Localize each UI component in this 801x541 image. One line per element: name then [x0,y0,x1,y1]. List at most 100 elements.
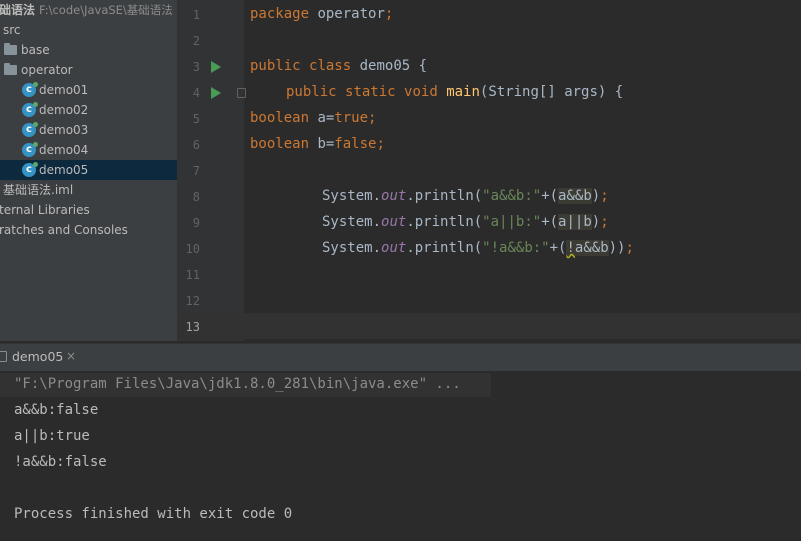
run-tab-label: demo05 [12,349,64,364]
code-editor[interactable] [244,0,801,341]
concat: +( [549,240,567,256]
println-call: .println( [406,214,483,230]
line-number: 4 [192,86,200,100]
out-field: out [381,188,407,204]
tree-item-label: 基础语法.iml [3,183,74,197]
tree-item-external-libraries[interactable]: ternal Libraries [0,200,177,220]
code-line-9: System.out.println("a||b:"+(a||b); [322,214,609,230]
java-class-icon: c [22,82,38,97]
console-output-line: a&&b:false [14,402,99,418]
tree-item-src[interactable]: src [0,20,177,40]
tree-item-label: ternal Libraries [0,203,90,217]
code-line-4: public static void main(String[] args) { [286,84,623,100]
tree-item-demo03[interactable]: c demo03 [0,120,177,140]
line-number-current: 13 [185,320,200,334]
tree-item-label: ratches and Consoles [0,223,128,237]
tree-item-scratches[interactable]: ratches and Consoles [0,220,177,240]
tree-item-iml[interactable]: 基础语法.iml [0,180,177,200]
console-exit-message: Process finished with exit code 0 [14,506,293,522]
type-keyword: boolean [250,110,310,126]
code-line-1: package operator; [250,6,393,22]
keyword: static [345,84,396,100]
semicolon: ; [376,136,385,152]
concat: +( [541,188,559,204]
code-line-10: System.out.println("!a&&b:"+(!a&&b)); [322,240,634,256]
line-number: 9 [192,216,200,230]
tree-item-label: demo04 [39,143,89,157]
println-call: .println( [406,188,483,204]
declaration: a= [309,110,335,126]
system-ref: System. [322,240,382,256]
line-number: 1 [192,8,200,22]
close-paren: ) [591,188,601,204]
string-literal: "a&&b:" [482,188,542,204]
concat: +( [541,214,559,230]
expression: a&&b [574,240,609,256]
expression: a||b [558,214,592,230]
method-signature: (String[] args) { [479,84,624,100]
line-number: 11 [185,268,200,282]
keyword: public [250,58,301,74]
tree-item-label: base [21,43,50,57]
package-folder-icon [4,43,17,55]
code-line-8: System.out.println("a&&b:"+(a&&b); [322,188,609,204]
negation: ! [566,240,575,256]
project-panel: 础语法 F:\code\JavaSE\基础语法 src base operato… [0,0,177,341]
tree-item-label: demo05 [39,163,89,177]
code-line-3: public class demo05 { [250,58,427,74]
close-paren: ) [591,214,601,230]
console-output-line: a||b:true [14,428,90,444]
tree-item-label: src [3,23,21,37]
keyword: public [286,84,337,100]
project-root-row[interactable]: 础语法 F:\code\JavaSE\基础语法 [0,0,177,20]
string-literal: "!a&&b:" [482,240,550,256]
tree-item-base[interactable]: base [0,40,177,60]
semicolon: ; [384,6,394,22]
tree-item-label: operator [21,63,73,77]
tree-item-demo01[interactable]: c demo01 [0,80,177,100]
out-field: out [381,240,407,256]
java-class-icon: c [22,142,38,157]
close-paren: )) [608,240,626,256]
run-config-icon [0,351,7,362]
class-name: demo05 { [351,58,428,74]
console-output-line: !a&&b:false [14,454,107,470]
tree-item-demo02[interactable]: c demo02 [0,100,177,120]
string-literal: "a||b:" [482,214,542,230]
line-number: 7 [192,164,200,178]
run-tab-demo05[interactable]: demo05 × [0,344,84,371]
caret-line-highlight [178,313,801,339]
tree-item-operator[interactable]: operator [0,60,177,80]
system-ref: System. [322,214,382,230]
semicolon: ; [368,110,377,126]
tree-item-demo04[interactable]: c demo04 [0,140,177,160]
system-ref: System. [322,188,382,204]
line-number: 6 [192,138,200,152]
semicolon: ; [600,188,609,204]
line-number: 10 [185,242,200,256]
fold-marker-icon[interactable] [237,88,246,98]
semicolon: ; [600,214,609,230]
tree-item-label: demo02 [39,103,89,117]
code-line-6: boolean b=false; [250,136,385,152]
project-root-path: F:\code\JavaSE\基础语法 [39,3,173,17]
line-number: 3 [192,60,200,74]
declaration: b= [309,136,335,152]
run-class-icon[interactable] [211,61,221,73]
line-number: 8 [192,190,200,204]
tree-item-demo05[interactable]: c demo05 [0,160,177,180]
package-folder-icon [4,63,17,75]
expression: a&&b [558,188,592,204]
close-icon[interactable]: × [66,349,76,363]
tree-item-label: demo03 [39,123,89,137]
type-keyword: boolean [250,136,310,152]
run-main-icon[interactable] [211,87,221,99]
java-class-icon: c [22,102,38,117]
run-tool-header: demo05 × [0,343,801,371]
line-number: 2 [192,34,200,48]
semicolon: ; [625,240,634,256]
project-root-name: 础语法 [0,3,36,17]
out-field: out [381,214,407,230]
java-class-icon: c [22,122,38,137]
literal: true [334,110,369,126]
